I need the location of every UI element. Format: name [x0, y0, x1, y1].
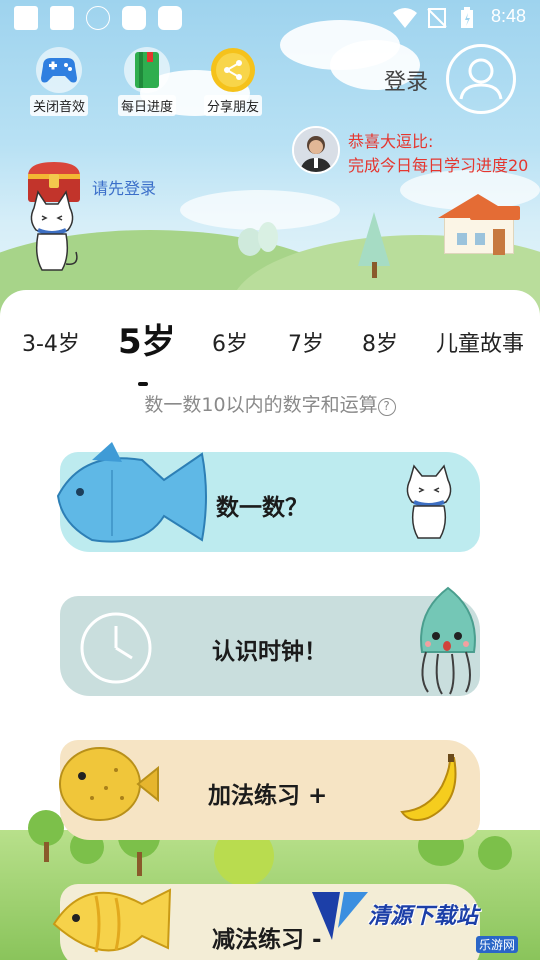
book-icon	[123, 46, 171, 94]
notification-icon	[158, 6, 182, 30]
section-subtitle: 数一数10以内的数字和运算?	[0, 390, 540, 417]
clock-icon	[78, 610, 154, 686]
battery-icon	[461, 7, 473, 28]
banana-icon	[398, 752, 468, 826]
sound-off-button[interactable]: 关闭音效	[24, 46, 94, 116]
watermark-sub: 乐游网	[476, 936, 519, 953]
clock-text: 8:48	[490, 6, 526, 26]
active-tab-indicator	[138, 382, 148, 386]
daily-progress-label: 每日进度	[117, 95, 176, 116]
lesson-subtraction-label: 减法练习 -	[212, 927, 322, 953]
fish-icon	[52, 440, 212, 560]
tab-8[interactable]: 8岁	[362, 326, 398, 358]
wifi-icon	[393, 8, 417, 28]
house-roof-right	[470, 206, 520, 220]
tree-trunk	[137, 852, 142, 876]
share-coin-icon	[209, 46, 257, 94]
tree	[258, 222, 278, 252]
lesson-clock-label: 认识时钟！	[212, 639, 327, 665]
share-friends-button[interactable]: 分享朋友	[198, 46, 268, 116]
user-icon	[459, 58, 503, 100]
tab-5[interactable]: 5岁	[118, 314, 176, 363]
tree-trunk	[372, 262, 377, 278]
tab-7[interactable]: 7岁	[288, 326, 324, 358]
subtitle-text: 数一数10以内的数字和运算	[144, 394, 378, 416]
congrats-avatar	[292, 126, 340, 174]
tree	[358, 212, 390, 266]
congrats-title: 恭喜大逗比:	[348, 132, 434, 151]
login-button[interactable]: 登录	[384, 64, 428, 96]
gamepad-icon	[35, 46, 83, 94]
tree	[478, 836, 512, 870]
please-login-link[interactable]: 请先登录	[92, 175, 156, 199]
squid-icon	[408, 582, 488, 698]
notification-icon	[14, 6, 38, 30]
help-icon[interactable]: ?	[377, 398, 396, 416]
tropical-fish-icon	[46, 874, 176, 960]
tab-3-4[interactable]: 3-4岁	[22, 326, 80, 358]
daily-progress-button[interactable]: 每日进度	[112, 46, 182, 116]
age-tabs: 3-4岁 5岁 6岁 7岁 8岁 儿童故事	[0, 312, 540, 386]
header-scene: 8:48 关闭音效 每日进度 分享朋友 登录 恭喜大逗比: 完成今日每日学习进度…	[0, 0, 540, 320]
user-avatar-button[interactable]	[446, 44, 516, 114]
no-signal-icon	[427, 8, 447, 28]
notification-icon	[122, 6, 146, 30]
congrats-body: 完成今日每日学习进度20	[348, 156, 529, 175]
share-friends-label: 分享朋友	[203, 95, 262, 116]
cat-mascot	[14, 186, 86, 276]
pufferfish-icon	[52, 738, 162, 828]
app-badge-icon	[86, 6, 110, 30]
lesson-addition-label: 加法练习 +	[208, 783, 328, 809]
house	[444, 214, 514, 255]
lesson-counting-label: 数一数？	[216, 495, 308, 521]
status-bar: 8:48	[0, 0, 540, 36]
watermark-text: 清源下载站	[368, 904, 479, 929]
tab-stories[interactable]: 儿童故事	[436, 326, 524, 358]
cat-icon	[396, 462, 462, 542]
notification-icon	[50, 6, 74, 30]
cloud	[180, 190, 340, 230]
tab-6[interactable]: 6岁	[212, 326, 248, 358]
sound-off-label: 关闭音效	[29, 95, 88, 116]
watermark-logo	[310, 888, 370, 944]
tree-trunk	[44, 842, 49, 862]
